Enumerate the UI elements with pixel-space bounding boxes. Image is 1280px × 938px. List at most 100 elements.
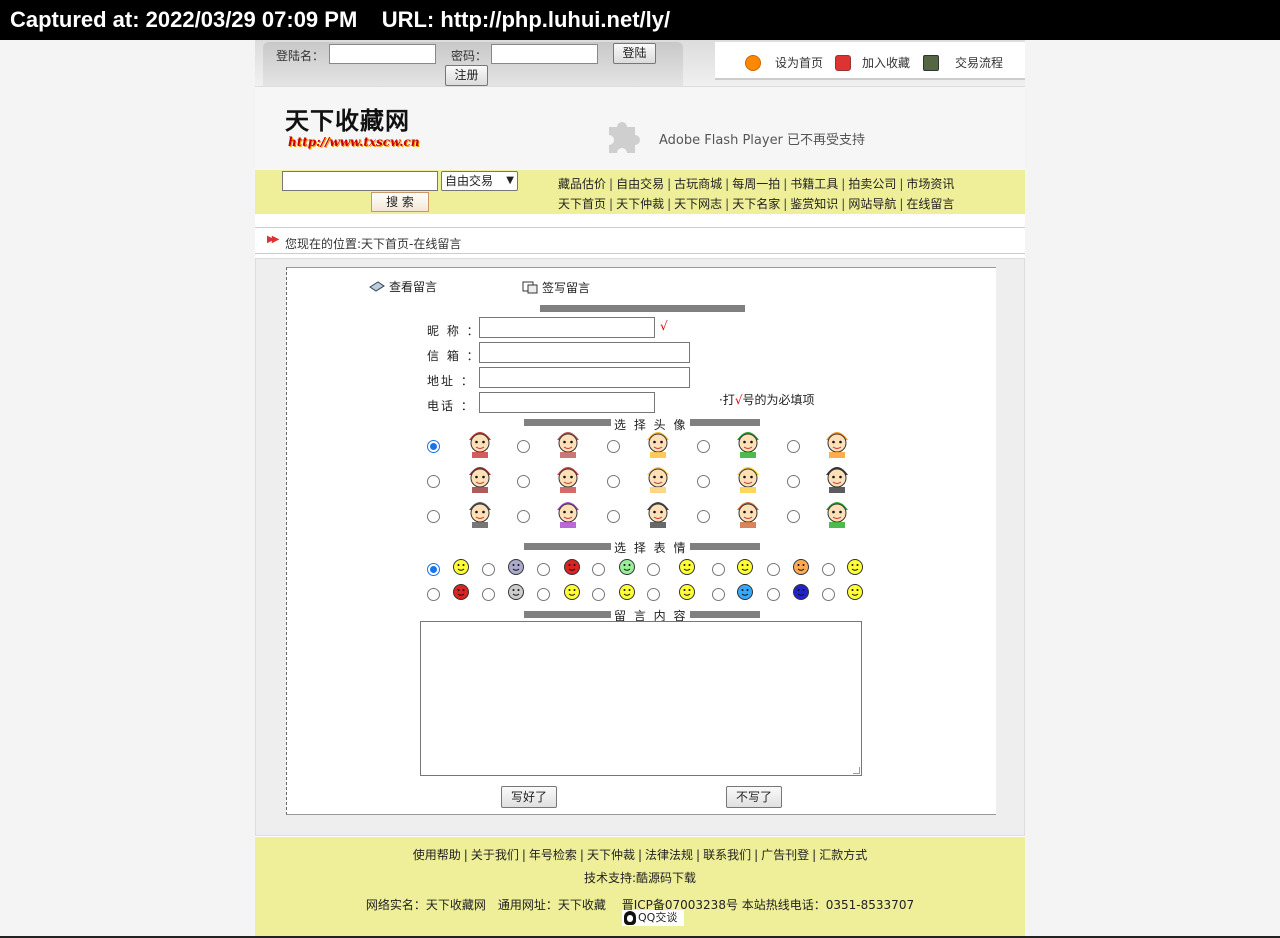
emotion-radio[interactable]	[767, 588, 780, 601]
address-input[interactable]	[479, 367, 690, 388]
avatar-radio[interactable]	[697, 475, 710, 488]
nav-link[interactable]: 天下网志	[674, 197, 722, 211]
smiley-icon	[793, 559, 809, 575]
emotion-radio[interactable]	[482, 588, 495, 601]
tab-view-label: 查看留言	[389, 280, 438, 294]
emotion-radio[interactable]	[822, 563, 835, 576]
address-label: 地址 ：	[427, 374, 475, 388]
email-input[interactable]	[479, 342, 690, 363]
flash-message: Adobe Flash Player 已不再受支持	[659, 133, 866, 148]
search-type-select[interactable]: 自由交易 ▼	[441, 171, 518, 191]
emotion-radio[interactable]	[537, 563, 550, 576]
capture-banner: Captured at: 2022/03/29 07:09 PM URL: ht…	[0, 0, 1280, 40]
nav-link[interactable]: 书籍工具	[790, 177, 838, 191]
nav-link[interactable]: 每周一拍	[732, 177, 780, 191]
avatar-radio[interactable]	[427, 510, 440, 523]
password-label: 密码：	[451, 49, 488, 63]
nav-row-2: 天下首页 | 天下仲裁 | 天下网志 | 天下名家 | 鉴赏知识 | 网站导航 | 在线留言	[558, 197, 955, 211]
footer-link[interactable]: 汇款方式	[819, 848, 867, 862]
avatar-radio[interactable]	[607, 440, 620, 453]
nav-link[interactable]: 市场资讯	[906, 177, 954, 191]
username-input[interactable]	[329, 44, 436, 64]
smiley-icon	[737, 559, 753, 575]
footer-link[interactable]: 广告刊登	[761, 848, 809, 862]
add-favorite-link[interactable]: 加入收藏	[862, 54, 910, 71]
avatar-radio[interactable]	[517, 510, 530, 523]
emotion-radio[interactable]	[647, 563, 660, 576]
guestbook-form: 查看留言 签写留言 昵 称 ： √ 信 箱 ： 地址 ： 电话 ： ·打√号的为…	[286, 267, 996, 815]
footer-link[interactable]: 年号检索	[529, 848, 577, 862]
footer-link[interactable]: 天下仲裁	[587, 848, 635, 862]
trade-process-link[interactable]: 交易流程	[955, 54, 1003, 71]
avatar-face-icon	[643, 461, 673, 493]
avatar-radio[interactable]	[697, 440, 710, 453]
footer-link[interactable]: 关于我们	[471, 848, 519, 862]
emotion-radio[interactable]	[767, 563, 780, 576]
username-label: 登陆名：	[276, 49, 325, 63]
avatar-radio[interactable]	[427, 440, 440, 453]
message-textarea[interactable]	[420, 621, 862, 776]
search-input[interactable]	[282, 171, 438, 191]
avatar-radio[interactable]	[787, 510, 800, 523]
nav-link[interactable]: 网站导航	[848, 197, 896, 211]
search-nav-bar: 自由交易 ▼ 搜 索 藏品估价 | 自由交易 | 古玩商城 | 每周一拍 | 书籍工具 | 拍卖公司 |…	[255, 170, 1025, 214]
nav-link[interactable]: 藏品估价	[558, 177, 606, 191]
search-button[interactable]: 搜 索	[371, 192, 429, 212]
emotion-radio[interactable]	[537, 588, 550, 601]
submit-button[interactable]: 写好了	[501, 786, 557, 808]
emotion-radio[interactable]	[482, 563, 495, 576]
avatar-radio[interactable]	[607, 475, 620, 488]
nav-link[interactable]: 鉴赏知识	[790, 197, 838, 211]
smiley-icon	[737, 584, 753, 600]
login-button[interactable]: 登陆	[613, 43, 656, 64]
tab-write-message[interactable]: 签写留言	[522, 279, 590, 296]
cancel-button[interactable]: 不写了	[726, 786, 782, 808]
qq-chat-link[interactable]: QQ交谈	[622, 910, 684, 926]
emotion-radio[interactable]	[427, 588, 440, 601]
avatar-face-icon	[733, 461, 763, 493]
footer-support[interactable]: 技术支持:酷源码下载	[255, 869, 1025, 886]
avatar-radio[interactable]	[787, 440, 800, 453]
emotion-radio[interactable]	[712, 563, 725, 576]
nav-link[interactable]: 天下仲裁	[616, 197, 664, 211]
site-footer: 使用帮助 | 关于我们 | 年号检索 | 天下仲裁 | 法律法规 | 联系我们 | 广告刊登 | 汇款方式 …	[255, 837, 1025, 938]
nav-link[interactable]: 天下名家	[732, 197, 780, 211]
set-homepage-link[interactable]: 设为首页	[775, 54, 823, 71]
nav-link[interactable]: 拍卖公司	[848, 177, 896, 191]
nav-link[interactable]: 自由交易	[616, 177, 664, 191]
avatar-radio[interactable]	[517, 475, 530, 488]
avatar-radio[interactable]	[517, 440, 530, 453]
avatar-face-icon	[643, 496, 673, 528]
nav-link[interactable]: 古玩商城	[674, 177, 722, 191]
breadcrumb-text: 您现在的位置:天下首页-在线留言	[285, 237, 462, 251]
page-container: 登陆名： 密码： 登陆 注册 设为首页 加入收藏 交易流程 天下收藏网 http…	[255, 40, 1025, 938]
emotion-radio[interactable]	[822, 588, 835, 601]
emotion-radio[interactable]	[592, 588, 605, 601]
emotion-radio[interactable]	[647, 588, 660, 601]
favorite-icon	[835, 55, 851, 71]
nickname-input[interactable]	[479, 317, 655, 338]
footer-link[interactable]: 法律法规	[645, 848, 693, 862]
resize-grip-icon[interactable]	[853, 767, 860, 774]
avatar-radio[interactable]	[427, 475, 440, 488]
register-button[interactable]: 注册	[445, 65, 488, 86]
phone-input[interactable]	[479, 392, 655, 413]
nav-link[interactable]: 天下首页	[558, 197, 606, 211]
footer-link[interactable]: 联系我们	[703, 848, 751, 862]
avatar-face-icon	[465, 426, 495, 458]
emotion-radio[interactable]	[712, 588, 725, 601]
nav-link[interactable]: 在线留言	[906, 197, 954, 211]
emotion-radio[interactable]	[592, 563, 605, 576]
avatar-radio[interactable]	[607, 510, 620, 523]
avatar-radio[interactable]	[697, 510, 710, 523]
flash-banner: Adobe Flash Player 已不再受支持	[455, 95, 1015, 165]
avatar-radio[interactable]	[787, 475, 800, 488]
site-logo[interactable]: 天下收藏网 http://www.txscw.cn	[285, 97, 425, 157]
login-box: 登陆名： 密码： 登陆 注册	[263, 42, 683, 86]
note-suffix: 号的为必填项	[742, 393, 815, 407]
footer-link[interactable]: 使用帮助	[413, 848, 461, 862]
password-input[interactable]	[491, 44, 598, 64]
tab-view-messages[interactable]: 查看留言	[369, 278, 437, 295]
emotion-radio[interactable]	[427, 563, 440, 576]
smiley-icon	[508, 559, 524, 575]
